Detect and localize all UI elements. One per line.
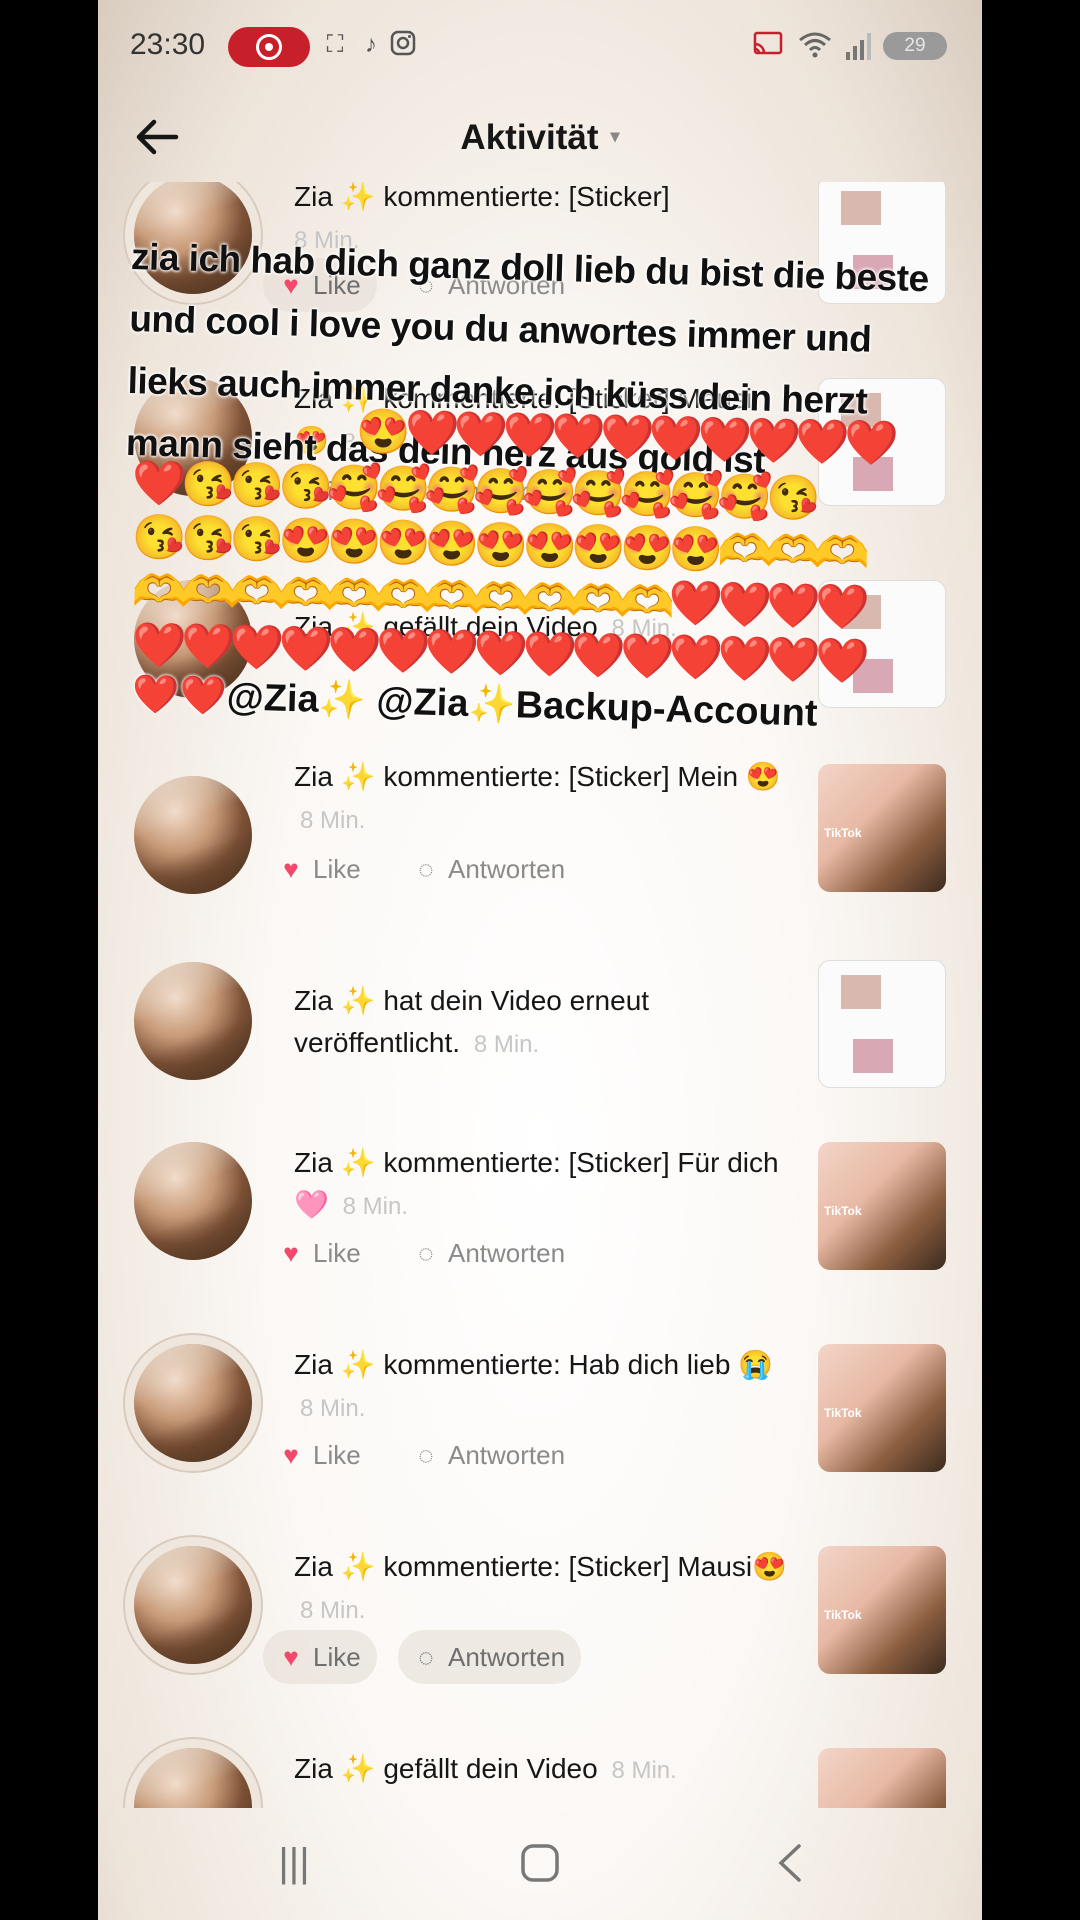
chat-bubble-icon: ◌ [418, 854, 434, 884]
time-ago: 8 Min. [300, 1395, 366, 1422]
user-name: Zia [294, 1551, 333, 1582]
page-title[interactable]: Aktivität ▾ [98, 118, 982, 158]
sparkle-emoji: ✨ [340, 1147, 376, 1178]
user-name: Zia [294, 761, 333, 792]
instagram-icon [388, 30, 418, 60]
heart-icon: ♥ [283, 854, 299, 884]
screen-record-icon[interactable] [228, 27, 310, 67]
page-title-label: Aktivität [460, 118, 599, 157]
reply-button[interactable]: ◌ Antworten [398, 842, 581, 896]
reply-button[interactable]: ◌ Antworten [398, 1226, 581, 1280]
app-screen: 23:30 ⛶ ♪ 29 Aktivität ▾ Zia ✨ kommentie… [98, 0, 982, 1920]
heart-icon: ♥ [283, 1642, 299, 1672]
reply-button[interactable]: ◌ Antworten [398, 1630, 582, 1684]
notification-action: kommentierte: Hab dich lieb 😭 [383, 1349, 774, 1380]
tiktok-icon: ♪ [365, 31, 377, 58]
user-name: Zia [294, 1349, 333, 1380]
battery-icon: 29 [883, 32, 947, 60]
chat-bubble-icon: ◌ [418, 1440, 434, 1470]
header: Aktivität ▾ [98, 92, 982, 182]
signal-icon [846, 32, 874, 60]
status-time: 23:30 [130, 28, 206, 61]
home-icon[interactable] [510, 1838, 570, 1888]
video-thumbnail[interactable]: TikTok [818, 1142, 946, 1270]
status-bar: 23:30 ⛶ ♪ 29 [98, 0, 982, 92]
screenshot-icon: ⛶ [326, 31, 344, 58]
avatar[interactable] [134, 1546, 252, 1664]
like-button[interactable]: ♥ Like [263, 1428, 377, 1482]
recents-icon[interactable]: ||| [264, 1838, 324, 1888]
avatar[interactable] [134, 1142, 252, 1260]
wifi-icon [798, 30, 831, 60]
back-nav-icon[interactable] [760, 1838, 820, 1888]
time-ago: 8 Min. [300, 807, 366, 834]
notification-action: kommentierte: [Sticker] [383, 182, 670, 212]
notification-action: gefällt dein Video [383, 1753, 598, 1784]
time-ago: 8 Min. [300, 1597, 366, 1624]
avatar[interactable] [134, 1748, 252, 1808]
sparkle-emoji: ✨ [340, 1551, 376, 1582]
like-button[interactable]: ♥ Like [263, 1630, 377, 1684]
chat-bubble-icon: ◌ [418, 1642, 434, 1672]
time-ago: 8 Min. [473, 1031, 540, 1058]
avatar[interactable] [134, 776, 252, 894]
sparkle-emoji: ✨ [340, 761, 376, 792]
like-button[interactable]: ♥ Like [263, 1226, 377, 1280]
time-ago: 8 Min. [342, 1193, 409, 1220]
video-thumbnail[interactable] [818, 960, 946, 1088]
user-name: Zia [294, 985, 333, 1016]
sparkle-emoji: ✨ [340, 1349, 376, 1380]
sparkle-emoji: ✨ [340, 985, 376, 1016]
notification-action: kommentierte: [Sticker] Mein 😍 [383, 761, 781, 792]
avatar[interactable] [134, 1344, 252, 1462]
avatar[interactable] [134, 962, 252, 1080]
video-thumbnail[interactable]: TikTok [818, 1546, 946, 1674]
sparkle-emoji: ✨ [340, 182, 376, 212]
heart-icon: ♥ [283, 1238, 299, 1268]
time-ago: 8 Min. [611, 1757, 677, 1784]
activity-list[interactable]: Zia ✨ kommentierte: [Sticker] 8 Min. ♥ Li… [98, 182, 982, 1808]
chevron-down-icon: ▾ [610, 126, 620, 147]
system-nav-bar: ||| [98, 1808, 982, 1920]
sticker-text-overlay: zia ich hab dich ganz doll lieb du bist … [125, 226, 952, 735]
chat-bubble-icon: ◌ [418, 1238, 434, 1268]
sparkle-emoji: ✨ [340, 1753, 376, 1784]
user-name: Zia [294, 1147, 333, 1178]
like-button[interactable]: ♥ Like [263, 842, 377, 896]
user-name: Zia [294, 182, 333, 212]
video-thumbnail[interactable]: TikTok [818, 1344, 946, 1472]
heart-icon: ♥ [283, 1440, 299, 1470]
cast-icon [753, 30, 783, 60]
user-name: Zia [294, 1753, 333, 1784]
reply-button[interactable]: ◌ Antworten [398, 1428, 581, 1482]
video-thumbnail[interactable]: TikTok [818, 764, 946, 892]
notification-action: kommentierte: [Sticker] Mausi😍 [383, 1551, 787, 1582]
video-thumbnail[interactable]: TikTok [818, 1748, 946, 1808]
